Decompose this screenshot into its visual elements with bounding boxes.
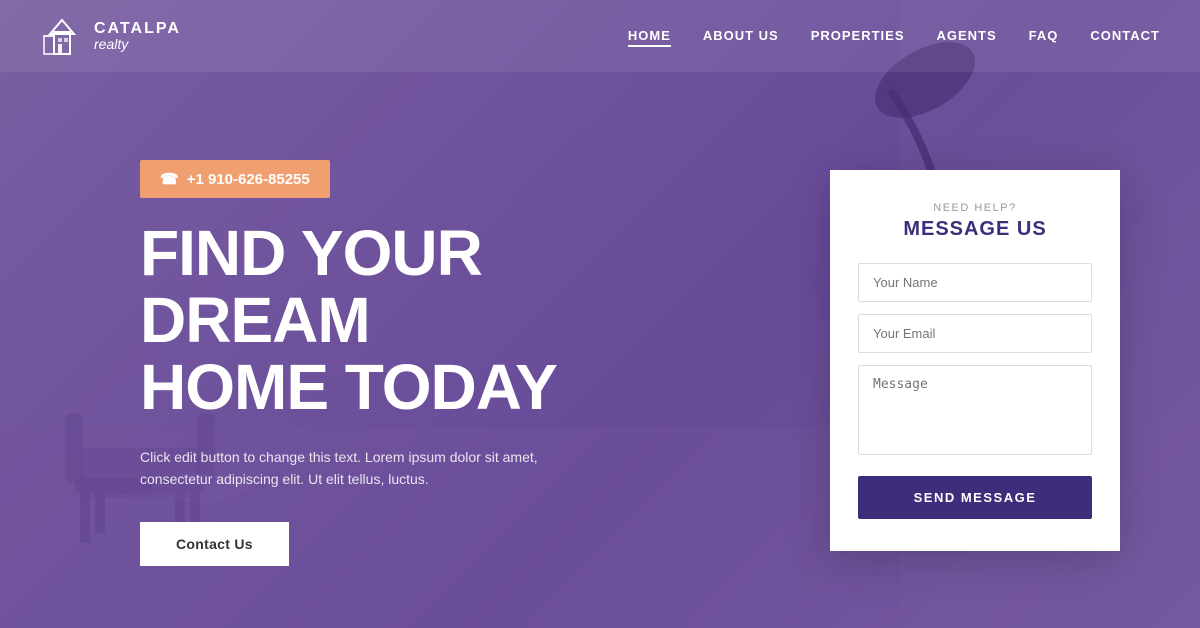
contact-form-card: NEED HELP? MESSAGE US SEND MESSAGE xyxy=(830,170,1120,551)
form-title: MESSAGE US xyxy=(858,218,1092,241)
name-input[interactable] xyxy=(858,263,1092,302)
nav-link-faq[interactable]: FAQ xyxy=(1029,28,1059,43)
nav-item-contact[interactable]: CONTACT xyxy=(1090,27,1160,45)
message-input[interactable] xyxy=(858,365,1092,455)
logo-text: CATALPA realty xyxy=(94,20,181,53)
hero-title-line2: HOME TODAY xyxy=(140,351,557,423)
phone-number: +1 910-626-85255 xyxy=(187,171,310,188)
email-input[interactable] xyxy=(858,314,1092,353)
nav-item-properties[interactable]: PROPERTIES xyxy=(811,27,905,45)
logo-brand-sub: realty xyxy=(94,37,181,52)
nav-link-contact[interactable]: CONTACT xyxy=(1090,28,1160,43)
navbar: CATALPA realty HOME ABOUT US PROPERTIES … xyxy=(0,0,1200,72)
nav-link-about[interactable]: ABOUT US xyxy=(703,28,779,43)
form-subtitle: NEED HELP? xyxy=(858,202,1092,214)
hero-title-line1: FIND YOUR DREAM xyxy=(140,217,482,356)
contact-us-button[interactable]: Contact Us xyxy=(140,522,289,566)
hero-content: ☎ +1 910-626-85255 FIND YOUR DREAM HOME … xyxy=(140,160,700,566)
logo[interactable]: CATALPA realty xyxy=(40,14,181,58)
phone-badge[interactable]: ☎ +1 910-626-85255 xyxy=(140,160,330,198)
phone-icon: ☎ xyxy=(160,170,179,188)
send-message-button[interactable]: SEND MESSAGE xyxy=(858,476,1092,519)
nav-links: HOME ABOUT US PROPERTIES AGENTS FAQ CONT… xyxy=(628,27,1160,45)
logo-icon xyxy=(40,14,84,58)
nav-item-home[interactable]: HOME xyxy=(628,27,671,45)
hero-description: Click edit button to change this text. L… xyxy=(140,446,560,491)
hero-section: CATALPA realty HOME ABOUT US PROPERTIES … xyxy=(0,0,1200,628)
nav-link-agents[interactable]: AGENTS xyxy=(937,28,997,43)
logo-brand-name: CATALPA xyxy=(94,20,181,38)
hero-title: FIND YOUR DREAM HOME TODAY xyxy=(140,220,700,422)
nav-link-properties[interactable]: PROPERTIES xyxy=(811,28,905,43)
nav-item-agents[interactable]: AGENTS xyxy=(937,27,997,45)
nav-link-home[interactable]: HOME xyxy=(628,28,671,47)
nav-item-faq[interactable]: FAQ xyxy=(1029,27,1059,45)
nav-item-about[interactable]: ABOUT US xyxy=(703,27,779,45)
